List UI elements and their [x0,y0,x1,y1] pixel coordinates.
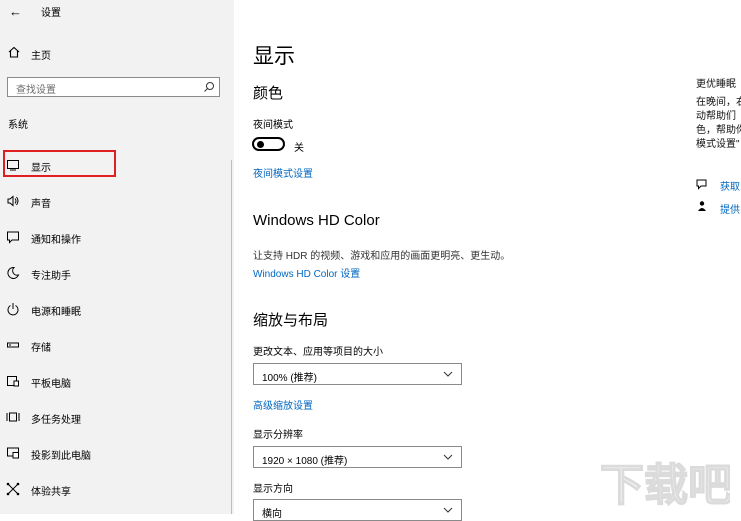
sidebar-item-label: 通知和操作 [31,235,81,246]
related-line: 模式设置" [696,139,740,150]
sidebar-item-label: 投影到此电脑 [31,451,91,462]
sidebar-item-focus[interactable]: 专注助手 [0,260,232,286]
tablet-icon [7,376,19,387]
night-light-toggle[interactable] [252,137,285,151]
hdr-heading: Windows HD Color [253,212,380,229]
sidebar-item-label: 体验共享 [31,487,71,498]
sidebar-item-multitask[interactable]: 多任务处理 [0,404,232,430]
toggle-state: 关 [294,143,304,154]
related-line: 动帮助们 [696,111,736,122]
chevron-down-icon [443,454,453,460]
hdr-description: 让支持 HDR 的视频、游戏和应用的画面更明亮、更生动。 [253,251,511,262]
watermark-logo: 下载吧 [599,459,733,512]
search-placeholder: 查找设置 [16,85,56,96]
power-icon [7,303,19,316]
sidebar-item-label: 显示 [31,163,51,174]
notification-icon [7,231,19,244]
sidebar-item-power[interactable]: 电源和睡眠 [0,296,232,322]
color-heading: 颜色 [253,85,284,102]
help-chat-icon [696,179,707,190]
watermark: 下载吧 [599,455,733,515]
window-title: 设置 [41,8,61,19]
resolution-dropdown[interactable]: 1920 × 1080 (推荐) [253,446,462,468]
sidebar-item-label: 平板电脑 [31,379,71,390]
sidebar-item-storage[interactable]: 存储 [0,332,232,358]
scale-value: 100% (推荐) [262,373,318,384]
orientation-label: 显示方向 [253,484,293,495]
chevron-down-icon [443,371,453,377]
sidebar-item-label: 存储 [31,343,51,354]
search-icon[interactable] [203,81,215,93]
share-icon [6,482,20,496]
hdr-settings-link[interactable]: Windows HD Color 设置 [253,265,360,280]
resolution-value: 1920 × 1080 (推荐) [262,456,348,467]
svg-text:下载吧: 下载吧 [600,460,730,510]
orientation-dropdown[interactable]: 横向 [253,499,462,521]
sidebar-item-share[interactable]: 体验共享 [0,476,232,502]
scrollbar[interactable] [231,160,232,514]
related-text: 在晚间，右 动帮助们 色，帮助你 模式设置" [696,96,741,152]
home-icon[interactable] [7,45,21,59]
search-input[interactable]: 查找设置 [7,77,220,97]
feedback-icon [698,201,706,211]
monitor-icon [7,160,19,171]
sidebar-item-notifications[interactable]: 通知和操作 [0,224,232,250]
speaker-icon [7,195,19,207]
scale-label: 更改文本、应用等项目的大小 [253,347,383,358]
related-heading: 更优睡眠 [696,79,736,90]
sidebar-item-label: 专注助手 [31,271,71,282]
sidebar-item-label: 多任务处理 [31,415,81,426]
sidebar-item-display[interactable]: 显示 [0,152,232,178]
toggle-knob [257,141,264,148]
sidebar-item-project[interactable]: 投影到此电脑 [0,440,232,466]
orientation-value: 横向 [262,509,282,520]
sidebar-item-sound[interactable]: 声音 [0,188,232,214]
project-icon [7,447,19,459]
sidebar-item-label: 电源和睡眠 [31,307,81,318]
resolution-label: 显示分辨率 [253,430,303,441]
back-button[interactable]: ← [9,4,22,19]
storage-icon [7,342,19,348]
scale-heading: 缩放与布局 [253,312,329,329]
sidebar-item-tablet[interactable]: 平板电脑 [0,368,232,394]
sidebar-item-label: 声音 [31,199,51,210]
related-line: 色，帮助你 [696,125,741,136]
night-light-settings-link[interactable]: 夜间模式设置 [253,165,313,180]
advanced-scaling-link[interactable]: 高级缩放设置 [253,397,313,412]
page-title: 显示 [253,45,295,68]
sidebar-section-title: 系统 [8,120,28,131]
related-line: 在晚间，右 [696,97,741,108]
scale-dropdown[interactable]: 100% (推荐) [253,363,462,385]
moon-icon [7,266,20,279]
multitask-icon [6,412,20,422]
sidebar-home[interactable]: 主页 [31,47,51,62]
night-light-label: 夜间模式 [253,120,293,131]
get-help-link[interactable]: 获取 [720,178,740,193]
feedback-link[interactable]: 提供 [720,201,740,216]
